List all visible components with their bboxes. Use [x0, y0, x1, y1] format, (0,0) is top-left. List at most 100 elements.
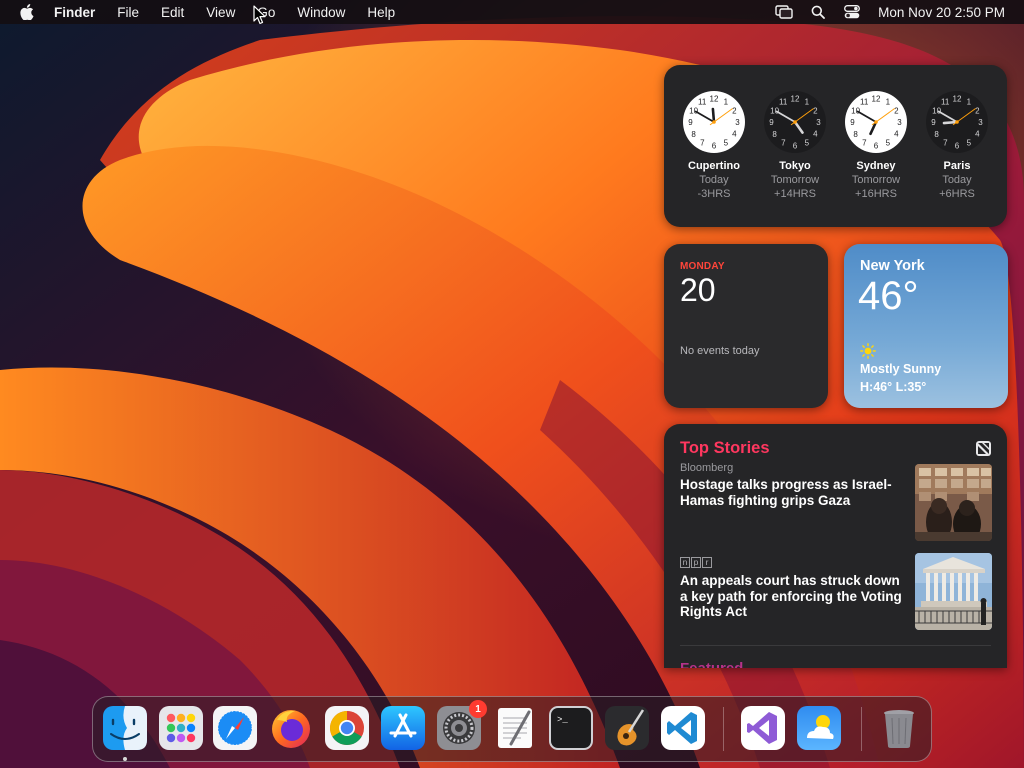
- finder-icon[interactable]: [103, 706, 147, 750]
- clock-city-label: Tokyo: [779, 160, 811, 172]
- weather-high-low: H:46° L:35°: [860, 380, 927, 394]
- dock-separator: [723, 707, 724, 751]
- weather-app-icon[interactable]: [797, 706, 841, 750]
- clock-offset-label: +14HRS: [774, 188, 816, 200]
- svg-text:9: 9: [769, 118, 774, 127]
- clock-day-label: Tomorrow: [770, 174, 820, 186]
- weather-condition: Mostly Sunny: [860, 362, 942, 376]
- clock-city-label: Sydney: [856, 160, 896, 172]
- world-clock-widget[interactable]: 1 2 3 4 5 6 7 8 9 10 11 12 Cupertino Today -3HRS 1 2 3 4 5 6…: [664, 65, 1007, 227]
- svg-text:1: 1: [967, 98, 972, 107]
- svg-text:7: 7: [862, 138, 867, 147]
- svg-text:8: 8: [772, 130, 777, 139]
- spotlight-search-icon[interactable]: [808, 4, 828, 20]
- news-story[interactable]: npr npr An appeals court has struck down…: [680, 552, 992, 630]
- svg-text:10: 10: [770, 106, 779, 115]
- vscode-icon[interactable]: [661, 706, 705, 750]
- trash-icon[interactable]: [877, 706, 921, 750]
- menu-file[interactable]: File: [117, 5, 139, 20]
- news-headline: An appeals court has struck down a key p…: [680, 573, 902, 619]
- analog-clock-icon: 1234567891011 12: [764, 91, 826, 153]
- svg-text:8: 8: [853, 130, 858, 139]
- weather-city: New York: [860, 258, 925, 274]
- menu-edit[interactable]: Edit: [161, 5, 184, 20]
- calendar-date: 20: [680, 272, 716, 308]
- app-store-icon[interactable]: [381, 706, 425, 750]
- svg-text:12: 12: [953, 95, 962, 104]
- chrome-icon[interactable]: [325, 706, 369, 750]
- svg-text:4: 4: [732, 130, 737, 139]
- svg-text:6: 6: [712, 142, 717, 151]
- world-clock-tokyo: 1 2 3 4 5 6 7 8 9 10 11 12 Tokyo Tomorrow +14HRS: [763, 90, 827, 200]
- svg-text:11: 11: [698, 98, 707, 107]
- apple-menu-icon[interactable]: [18, 3, 36, 21]
- svg-text:7: 7: [781, 138, 786, 147]
- svg-text:2: 2: [894, 106, 899, 115]
- clock-offset-label: +16HRS: [855, 188, 897, 200]
- svg-text:11: 11: [779, 98, 788, 107]
- garageband-icon[interactable]: [605, 706, 649, 750]
- svg-text:11: 11: [941, 98, 950, 107]
- menu-app-finder[interactable]: Finder: [54, 5, 95, 20]
- textedit-icon[interactable]: [493, 706, 537, 750]
- svg-text:2: 2: [975, 106, 980, 115]
- svg-text:1: 1: [724, 98, 729, 107]
- news-featured-heading: Featured: [680, 660, 743, 668]
- svg-text:6: 6: [955, 142, 960, 151]
- news-thumbnail-image: [915, 464, 992, 541]
- calendar-events-text: No events today: [680, 345, 760, 357]
- analog-clock-icon: 1234567891011 12: [845, 91, 907, 153]
- mouse-cursor-icon: [253, 5, 266, 25]
- svg-text:2: 2: [813, 106, 818, 115]
- visual-studio-icon[interactable]: [741, 706, 785, 750]
- dock: 1 >_: [92, 696, 932, 762]
- menu-bar: Finder File Edit View Go Window Help Mon…: [0, 0, 1024, 24]
- svg-text:5: 5: [724, 138, 729, 147]
- safari-icon[interactable]: [213, 706, 257, 750]
- clock-offset-label: -3HRS: [697, 188, 731, 200]
- menubar-clock[interactable]: Mon Nov 20 2:50 PM: [878, 5, 1005, 20]
- clock-offset-label: +6HRS: [939, 188, 975, 200]
- svg-text:1: 1: [805, 98, 810, 107]
- svg-text:6: 6: [874, 142, 879, 151]
- weather-temperature: 46°: [858, 274, 919, 318]
- news-story[interactable]: Bloomberg Hostage talks progress as Isra…: [680, 462, 992, 541]
- svg-text:5: 5: [805, 138, 810, 147]
- running-indicator: [123, 757, 127, 761]
- clock-day-label: Tomorrow: [851, 174, 901, 186]
- svg-text:2: 2: [732, 106, 737, 115]
- svg-text:10: 10: [689, 106, 698, 115]
- news-widget[interactable]: Top Stories Bloomberg Hostage talks prog…: [664, 424, 1007, 668]
- news-divider: [680, 645, 991, 646]
- svg-text:11: 11: [860, 98, 869, 107]
- firefox-icon[interactable]: [269, 706, 313, 750]
- svg-text:6: 6: [793, 142, 798, 151]
- launchpad-icon[interactable]: [159, 706, 203, 750]
- svg-text:3: 3: [735, 118, 740, 127]
- clock-city-label: Cupertino: [688, 160, 740, 172]
- svg-text:3: 3: [978, 118, 983, 127]
- news-section-title: Top Stories: [680, 439, 770, 457]
- settings-icon[interactable]: 1: [437, 700, 487, 750]
- menu-help[interactable]: Help: [367, 5, 395, 20]
- calendar-weekday: MONDAY: [680, 261, 725, 272]
- svg-text:4: 4: [894, 130, 899, 139]
- world-clock-sydney: 1 2 3 4 5 6 7 8 9 10 11 12 Sydney Tomorrow +16HRS: [844, 90, 908, 200]
- screen-mirroring-icon[interactable]: [774, 4, 794, 20]
- svg-text:3: 3: [816, 118, 821, 127]
- svg-text:12: 12: [872, 95, 881, 104]
- svg-text:9: 9: [688, 118, 693, 127]
- menu-window[interactable]: Window: [297, 5, 345, 20]
- svg-text:7: 7: [943, 138, 948, 147]
- terminal-icon[interactable]: >_: [549, 706, 593, 750]
- menu-view[interactable]: View: [206, 5, 235, 20]
- clock-day-label: Today: [699, 174, 729, 186]
- weather-widget[interactable]: New York 46° Mostly Sunny H:46° L:35°: [844, 244, 1008, 408]
- npr-logo-icon: npr: [680, 557, 712, 568]
- calendar-widget[interactable]: MONDAY 20 No events today: [664, 244, 828, 408]
- svg-text:1: 1: [886, 98, 891, 107]
- control-center-icon[interactable]: [842, 4, 862, 20]
- dock-separator: [861, 707, 862, 751]
- svg-text:12: 12: [791, 95, 800, 104]
- svg-text:8: 8: [691, 130, 696, 139]
